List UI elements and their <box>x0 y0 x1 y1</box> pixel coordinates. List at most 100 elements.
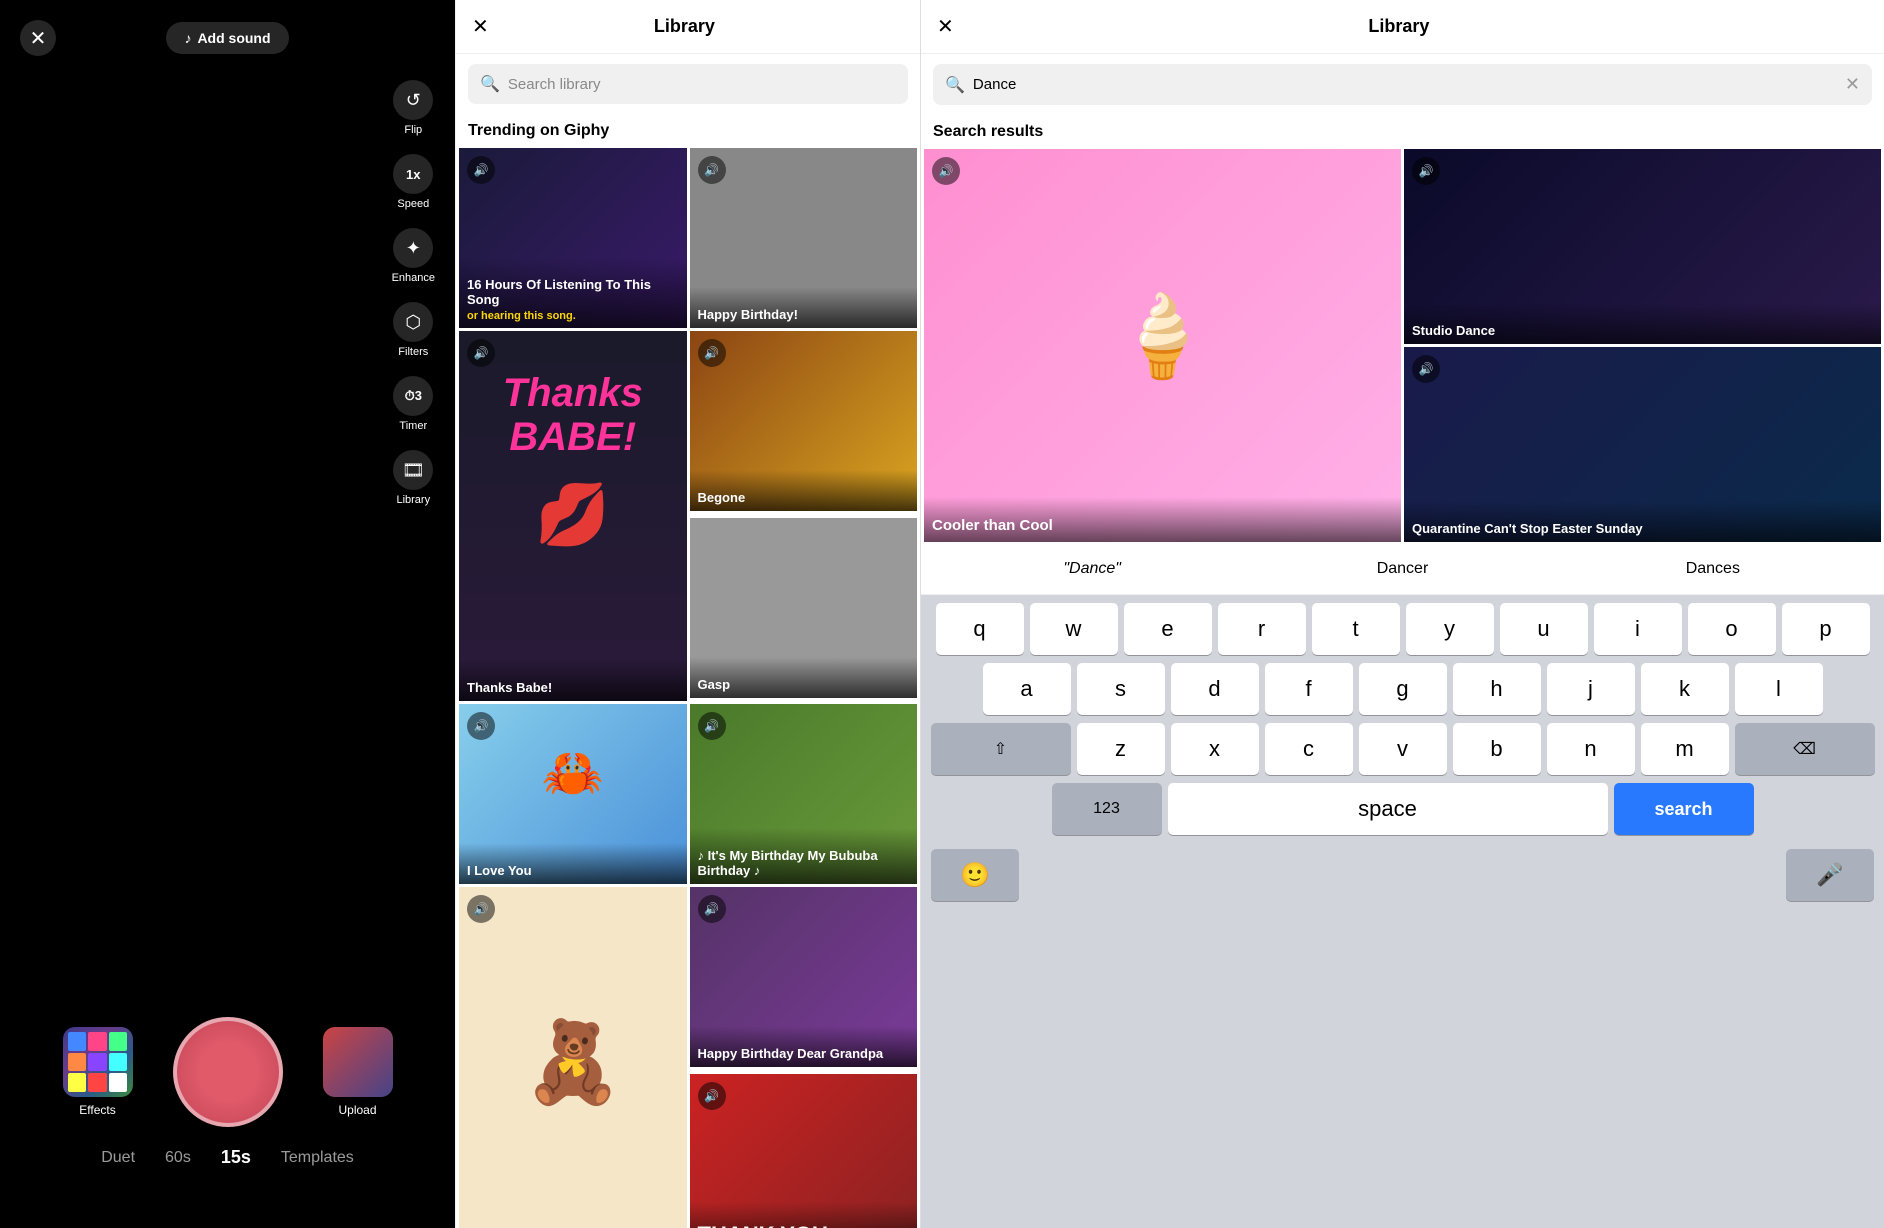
key-b[interactable]: b <box>1453 723 1541 775</box>
right-tools: ↺ Flip 1x Speed ✦ Enhance ⬡ Filters ⏱3 T… <box>392 80 435 506</box>
key-j[interactable]: j <box>1547 663 1635 715</box>
gif-item-8[interactable]: 🔊 🧸 Teddy Day <box>459 887 687 1228</box>
clear-search-button[interactable]: ✕ <box>1845 74 1860 95</box>
suggestions-row: "Dance" Dancer Dances <box>921 544 1884 595</box>
gif-item-1[interactable]: 🔊 16 Hours Of Listening To This Songor h… <box>459 148 687 328</box>
right-gif-label-3: Quarantine Can't Stop Easter Sunday <box>1412 521 1643 536</box>
enhance-tool[interactable]: ✦ Enhance <box>392 228 435 284</box>
suggestion-2[interactable]: Dancer <box>1247 556 1557 582</box>
key-search[interactable]: search <box>1614 783 1754 835</box>
key-c[interactable]: c <box>1265 723 1353 775</box>
filters-label: Filters <box>398 346 428 358</box>
gif-item-10[interactable]: 🔊 THANK YOU <box>690 1074 918 1228</box>
tab-15s[interactable]: 15s <box>221 1147 251 1168</box>
key-t[interactable]: t <box>1312 603 1400 655</box>
timer-icon: ⏱3 <box>393 376 433 416</box>
key-m[interactable]: m <box>1641 723 1729 775</box>
gif-item-6[interactable]: 🔊 🦀 I Love You <box>459 704 687 884</box>
tab-duet[interactable]: Duet <box>101 1149 135 1167</box>
mid-library-panel: ✕ Library 🔍 Search library Trending on G… <box>455 0 920 1228</box>
sound-icon-10: 🔊 <box>698 1082 726 1110</box>
gif-label-4: Begone <box>690 470 918 511</box>
key-s[interactable]: s <box>1077 663 1165 715</box>
close-button[interactable]: ✕ <box>20 20 56 56</box>
mid-search-bar[interactable]: 🔍 Search library <box>468 64 908 104</box>
tab-templates[interactable]: Templates <box>281 1149 354 1167</box>
right-gif-item-2[interactable]: 🔊 Studio Dance <box>1404 149 1881 344</box>
key-v[interactable]: v <box>1359 723 1447 775</box>
key-n[interactable]: n <box>1547 723 1635 775</box>
keyboard: q w e r t y u i o p a s d f g h j k l ⇧ … <box>921 595 1884 1228</box>
suggestion-1[interactable]: "Dance" <box>937 556 1247 582</box>
gif-label-10: THANK YOU <box>690 1202 918 1228</box>
right-search-icon: 🔍 <box>945 75 965 95</box>
library-label: Library <box>396 494 430 506</box>
upload-button[interactable]: Upload <box>323 1027 393 1117</box>
mid-library-title: Library <box>489 16 880 37</box>
right-section-title: Search results <box>921 115 1884 149</box>
key-k[interactable]: k <box>1641 663 1729 715</box>
right-gif-item-3[interactable]: 🔊 Quarantine Can't Stop Easter Sunday <box>1404 347 1881 542</box>
effects-button[interactable]: Effects <box>63 1027 133 1117</box>
gif-item-4[interactable]: 🔊 Begone <box>690 331 918 511</box>
right-sound-icon-2: 🔊 <box>1412 157 1440 185</box>
suggestion-3[interactable]: Dances <box>1558 556 1868 582</box>
tab-60s[interactable]: 60s <box>165 1149 191 1167</box>
key-z[interactable]: z <box>1077 723 1165 775</box>
filters-icon: ⬡ <box>393 302 433 342</box>
key-l[interactable]: l <box>1735 663 1823 715</box>
sound-icon-7: 🔊 <box>698 712 726 740</box>
gif-label-7: ♪ It's My Birthday My Bububa Birthday ♪ <box>690 828 918 884</box>
mid-gif-grid: 🔊 16 Hours Of Listening To This Songor h… <box>456 148 920 1228</box>
sound-icon-4: 🔊 <box>698 339 726 367</box>
key-d[interactable]: d <box>1171 663 1259 715</box>
key-delete[interactable]: ⌫ <box>1735 723 1875 775</box>
right-search-input[interactable] <box>973 76 1837 93</box>
right-library-title: Library <box>954 16 1844 37</box>
key-emoji[interactable]: 🙂 <box>931 849 1019 901</box>
right-sound-icon-1: 🔊 <box>932 157 960 185</box>
right-library-close[interactable]: ✕ <box>937 14 954 39</box>
right-gif-label-2: Studio Dance <box>1412 323 1495 338</box>
library-tool[interactable]: 🎞 Library <box>393 450 433 506</box>
gif-label-8: Teddy Day <box>459 1216 687 1228</box>
mid-section-title: Trending on Giphy <box>456 114 920 148</box>
key-w[interactable]: w <box>1030 603 1118 655</box>
key-numbers[interactable]: 123 <box>1052 783 1162 835</box>
key-q[interactable]: q <box>936 603 1024 655</box>
key-x[interactable]: x <box>1171 723 1259 775</box>
right-search-bar[interactable]: 🔍 ✕ <box>933 64 1872 105</box>
key-e[interactable]: e <box>1124 603 1212 655</box>
speed-tool[interactable]: 1x Speed <box>393 154 433 210</box>
gif-item-9[interactable]: 🔊 Happy Birthday Dear Grandpa <box>690 887 918 1067</box>
key-r[interactable]: r <box>1218 603 1306 655</box>
key-a[interactable]: a <box>983 663 1071 715</box>
mid-library-close[interactable]: ✕ <box>472 14 489 39</box>
key-microphone[interactable]: 🎤 <box>1786 849 1874 901</box>
key-h[interactable]: h <box>1453 663 1541 715</box>
timer-tool[interactable]: ⏱3 Timer <box>393 376 433 432</box>
flip-tool[interactable]: ↺ Flip <box>393 80 433 136</box>
music-icon: ♪ <box>184 30 191 46</box>
right-gif-item-1[interactable]: 🔊 🍦 Cooler than Cool <box>924 149 1401 542</box>
gif-item-7[interactable]: 🔊 ♪ It's My Birthday My Bububa Birthday … <box>690 704 918 884</box>
gif-item-3[interactable]: 🔊 ThanksBABE! 💋 Thanks Babe! <box>459 331 687 701</box>
key-y[interactable]: y <box>1406 603 1494 655</box>
key-i[interactable]: i <box>1594 603 1682 655</box>
gif-item-2[interactable]: 🔊 Happy Birthday! <box>690 148 918 328</box>
gif-item-5[interactable]: Gasp <box>690 518 918 698</box>
upload-label: Upload <box>338 1103 376 1117</box>
key-o[interactable]: o <box>1688 603 1776 655</box>
capture-button[interactable] <box>173 1017 283 1127</box>
add-sound-button[interactable]: ♪ Add sound <box>166 22 288 54</box>
key-u[interactable]: u <box>1500 603 1588 655</box>
key-shift[interactable]: ⇧ <box>931 723 1071 775</box>
key-f[interactable]: f <box>1265 663 1353 715</box>
bottom-section: Effects Upload Duet 60s 15s Templates <box>0 1017 455 1168</box>
filters-tool[interactable]: ⬡ Filters <box>393 302 433 358</box>
add-sound-label: Add sound <box>197 30 270 46</box>
duration-tabs: Duet 60s 15s Templates <box>101 1147 354 1168</box>
key-p[interactable]: p <box>1782 603 1870 655</box>
key-g[interactable]: g <box>1359 663 1447 715</box>
key-space[interactable]: space <box>1168 783 1608 835</box>
